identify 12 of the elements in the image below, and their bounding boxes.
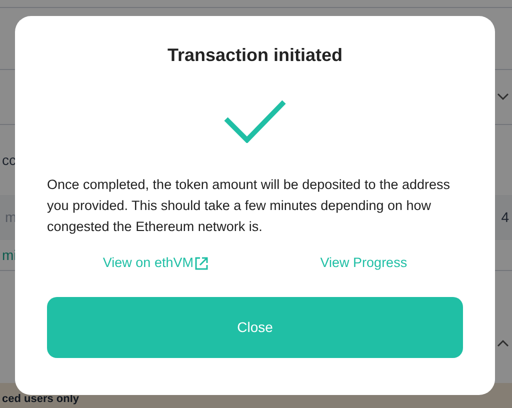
message-text: Once completed, the token amount will be deposited to the address you provided. This should take a few minutes depending on how congested the Ethereum network is. (47, 176, 451, 236)
checkmark-icon (223, 99, 287, 143)
dialog-title: Transaction initiated (167, 44, 343, 66)
view-link[interactable]: View Progress (320, 253, 408, 274)
external-link-icon (195, 256, 208, 270)
banner-text: ced users only (2, 393, 80, 406)
close-button[interactable]: Close (47, 297, 463, 358)
view-link[interactable]: View on ethVM (102, 253, 208, 274)
chevron-up-icon[interactable] (496, 338, 510, 348)
amount-text: 4 (501, 208, 509, 227)
chevron-down-icon[interactable] (496, 92, 510, 102)
address-text: cc (2, 150, 16, 170)
